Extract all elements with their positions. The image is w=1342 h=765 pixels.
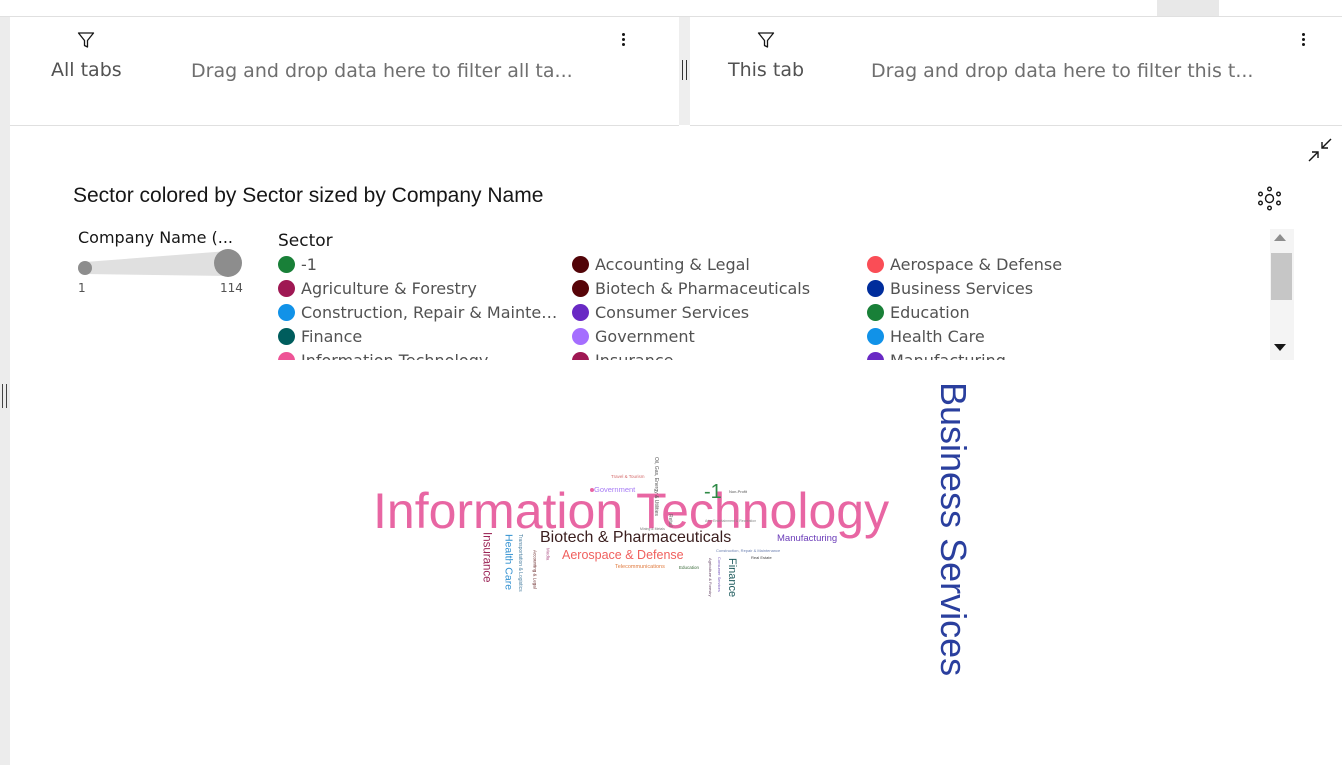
word-cloud-term[interactable]: Health Care <box>503 534 515 590</box>
this-tab-label: This tab <box>728 59 805 81</box>
legend-label: Finance <box>301 326 363 346</box>
legend-label: Education <box>890 302 970 322</box>
word-cloud-term[interactable]: Media <box>545 548 551 560</box>
legend-item[interactable]: Consumer Services <box>572 300 749 324</box>
legend-item[interactable]: Education <box>867 300 970 324</box>
legend-swatch <box>572 327 589 345</box>
all-tabs-filter-pane: All tabs Drag and drop data here to filt… <box>10 17 679 126</box>
legend-item[interactable]: Health Care <box>867 324 985 348</box>
legend-label: Insurance <box>595 350 674 361</box>
legend-label: Health Care <box>890 326 985 346</box>
legend-swatch <box>278 255 295 273</box>
word-cloud-term[interactable]: Transportation & Logistics <box>517 534 523 592</box>
legend-label: Manufacturing <box>890 350 1006 361</box>
legend-swatch <box>278 303 295 321</box>
this-tab-filter-pane: This tab Drag and drop data here to filt… <box>690 17 1342 126</box>
funnel-icon <box>77 31 95 49</box>
legend-swatch <box>278 279 295 297</box>
legend-item[interactable]: Manufacturing <box>867 348 1006 360</box>
top-tab-strip <box>0 0 1342 17</box>
size-legend-max: 114 <box>220 281 243 295</box>
scroll-up-arrow-icon[interactable] <box>1274 234 1286 241</box>
top-tab-active[interactable] <box>1157 0 1219 16</box>
size-legend-title: Company Name (... <box>78 228 233 247</box>
legend-item[interactable]: Aerospace & Defense <box>867 252 1062 276</box>
legend-label: Government <box>595 326 695 346</box>
word-cloud-term[interactable]: -1 <box>704 482 722 502</box>
size-legend-scale <box>78 249 244 283</box>
word-cloud-term[interactable]: Education <box>679 565 699 571</box>
legend-item[interactable]: -1 <box>278 252 317 276</box>
legend-label: Business Services <box>890 278 1034 298</box>
legend-label: Accounting & Legal <box>595 254 750 274</box>
legend-swatch <box>572 279 589 297</box>
legend-label: -1 <box>301 254 317 274</box>
legend-item[interactable]: Construction, Repair & Maintenan... <box>278 300 560 324</box>
legend-item[interactable]: Insurance <box>572 348 674 360</box>
word-cloud-term[interactable]: Consumer Services <box>717 557 722 592</box>
legend-label: Aerospace & Defense <box>890 254 1063 274</box>
legend-label: Information Technology <box>301 350 489 361</box>
collapse-icon[interactable] <box>1307 137 1333 163</box>
all-tabs-drop-zone[interactable]: Drag and drop data here to filter all ta… <box>191 60 591 82</box>
legend-swatch <box>572 351 589 360</box>
word-cloud-term[interactable]: Finance <box>726 558 738 597</box>
word-cloud-term[interactable]: Arts, Entertainment & Recreation <box>705 519 756 524</box>
pane-resize-handle[interactable] <box>682 60 687 80</box>
legend-swatch <box>572 255 589 273</box>
legend-item[interactable]: Agriculture & Forestry <box>278 276 477 300</box>
word-cloud-term[interactable]: Business Services <box>933 382 974 676</box>
chart-title: Sector colored by Sector sized by Compan… <box>73 184 544 207</box>
scroll-down-arrow-icon[interactable] <box>1274 344 1286 351</box>
legend-swatch <box>867 303 884 321</box>
color-legend-list: -1 Accounting & Legal Aerospace & Defense A… <box>278 252 1258 360</box>
word-cloud-term[interactable]: Travel & Tourism <box>611 474 645 480</box>
legend-label: Consumer Services <box>595 302 750 322</box>
legend-label: Agriculture & Forestry <box>301 278 477 298</box>
this-tab-drop-zone[interactable]: Drag and drop data here to filter this t… <box>871 60 1271 82</box>
legend-swatch <box>572 303 589 321</box>
legend-scroll-thumb[interactable] <box>1271 253 1292 300</box>
word-cloud-term[interactable]: Manufacturing <box>777 534 837 544</box>
legend-item[interactable]: Biotech & Pharmaceuticals <box>572 276 810 300</box>
all-tabs-overflow-menu-icon[interactable] <box>613 31 633 51</box>
word-cloud-term[interactable]: Non-Profit <box>729 490 747 494</box>
word-cloud-term[interactable]: Construction, Repair & Maintenance <box>716 549 780 553</box>
color-legend-title: Sector <box>278 231 333 251</box>
word-cloud-term[interactable]: Accounting & Legal <box>532 550 538 589</box>
word-cloud-term[interactable]: Government <box>594 486 635 494</box>
legend-swatch <box>867 255 884 273</box>
legend-swatch <box>867 327 884 345</box>
this-tab-overflow-menu-icon[interactable] <box>1293 31 1313 51</box>
legend-item[interactable]: Government <box>572 324 695 348</box>
legend-label: Construction, Repair & Maintenan... <box>301 302 560 322</box>
legend-swatch <box>278 351 295 360</box>
legend-item[interactable]: Business Services <box>867 276 1033 300</box>
word-cloud-term[interactable]: Telecommunications <box>615 564 665 571</box>
word-cloud-term[interactable]: Aerospace & Defense <box>562 549 684 562</box>
legend-item[interactable]: Accounting & Legal <box>572 252 750 276</box>
legend-item[interactable]: Finance <box>278 324 362 348</box>
word-cloud-term[interactable]: Retail <box>667 514 673 527</box>
legend-swatch <box>867 351 884 360</box>
rail-resize-handle[interactable] <box>2 384 7 408</box>
visualization-settings-icon[interactable] <box>1257 186 1282 211</box>
size-legend-min: 1 <box>78 281 86 295</box>
legend-label: Biotech & Pharmaceuticals <box>595 278 811 298</box>
word-cloud-term[interactable]: Mining & Metals <box>640 527 665 532</box>
word-cloud-term[interactable]: Insurance <box>480 532 493 583</box>
legend-swatch <box>278 327 295 345</box>
word-cloud-term[interactable]: Real Estate <box>751 556 772 560</box>
legend-item[interactable]: Information Technology <box>278 348 488 360</box>
legend-swatch <box>867 279 884 297</box>
word-cloud-term[interactable]: Biotech & Pharmaceuticals <box>540 530 731 546</box>
word-cloud-term[interactable]: Agriculture & Forestry <box>708 558 713 597</box>
funnel-icon <box>757 31 775 49</box>
all-tabs-label: All tabs <box>51 59 122 81</box>
word-cloud-term[interactable]: Oil, Gas, Energy & Utilities <box>653 457 659 516</box>
